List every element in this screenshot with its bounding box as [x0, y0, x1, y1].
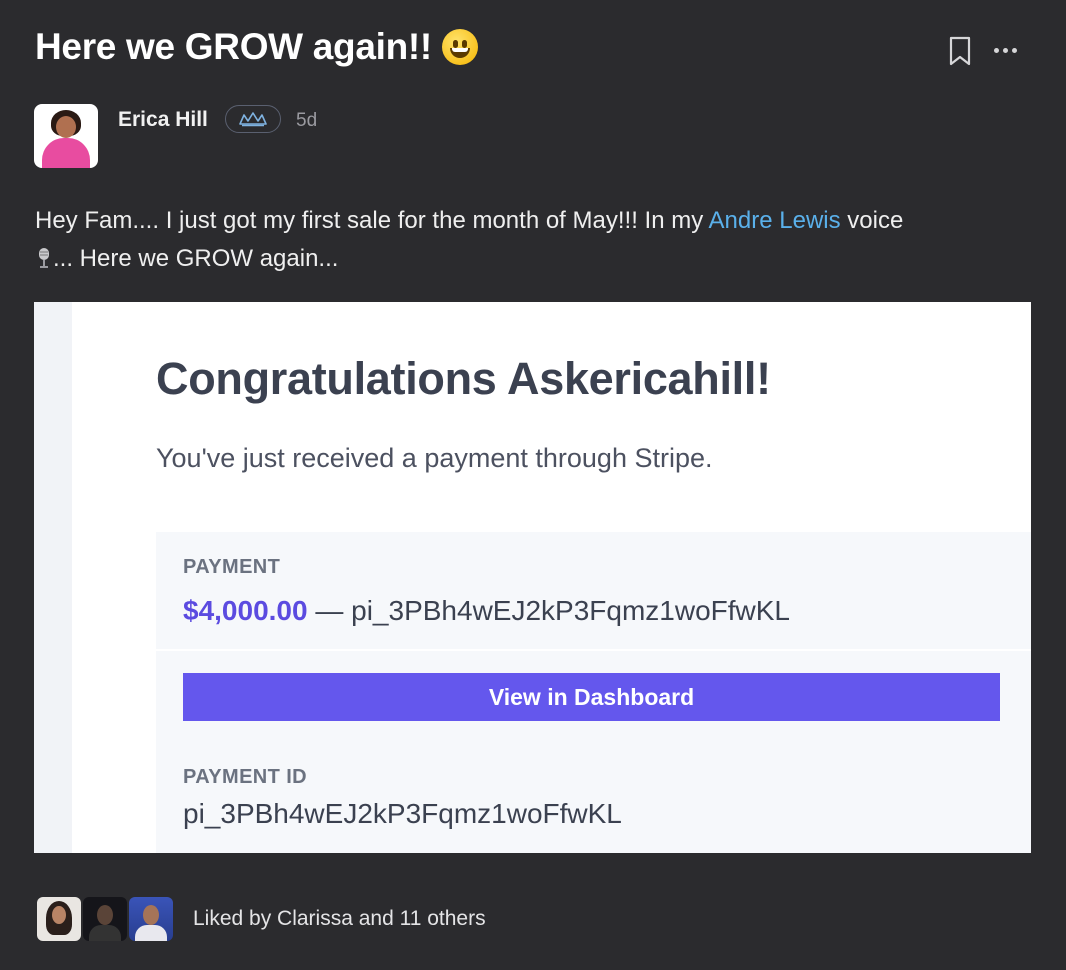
post-body-text-3: ... Here we GROW again... — [53, 245, 339, 272]
post-body-text-2: voice — [840, 207, 904, 234]
screenshot-heading: Congratulations Askericahill! — [156, 353, 771, 404]
post-body: Hey Fam.... I just got my first sale for… — [35, 202, 1025, 278]
payment-amount: $4,000.00 — [183, 595, 308, 626]
post-body-text-1: Hey Fam.... I just got my first sale for… — [35, 207, 709, 234]
liker-avatar[interactable] — [37, 897, 81, 941]
grinning-face-emoji-icon — [441, 29, 478, 65]
microphone-icon — [39, 248, 49, 268]
panel-divider — [156, 649, 1031, 651]
author-row: Erica Hill 5d — [34, 104, 317, 168]
view-in-dashboard-button: View in Dashboard — [183, 673, 1000, 721]
attached-screenshot[interactable]: Congratulations Askericahill! You've jus… — [34, 302, 1031, 853]
likes-text[interactable]: Liked by Clarissa and 11 others — [193, 907, 486, 931]
payment-id-label: PAYMENT ID — [183, 766, 308, 788]
payment-amount-suffix: — pi_3PBh4wEJ2kP3Fqmz1woFfwKL — [307, 595, 791, 626]
mention-link[interactable]: Andre Lewis — [709, 207, 841, 234]
author-name[interactable]: Erica Hill — [118, 108, 208, 132]
author-avatar[interactable] — [34, 104, 98, 168]
post-time: 5d — [296, 110, 318, 131]
payment-label: PAYMENT — [183, 556, 281, 578]
post-title: Here we GROW again!! — [35, 26, 478, 68]
crown-icon — [225, 105, 281, 133]
bookmark-icon[interactable] — [948, 36, 972, 66]
likes-row[interactable]: Liked by Clarissa and 11 others — [37, 897, 486, 941]
liker-avatar[interactable] — [129, 897, 173, 941]
payment-amount-line: $4,000.00 — pi_3PBh4wEJ2kP3Fqmz1woFfwKL — [183, 595, 790, 627]
payment-id-value: pi_3PBh4wEJ2kP3Fqmz1woFfwKL — [183, 798, 622, 829]
liker-avatar[interactable] — [83, 897, 127, 941]
screenshot-subtext: You've just received a payment through S… — [156, 443, 713, 473]
more-options-icon[interactable] — [994, 40, 1022, 60]
post-title-text: Here we GROW again!! — [35, 26, 432, 67]
